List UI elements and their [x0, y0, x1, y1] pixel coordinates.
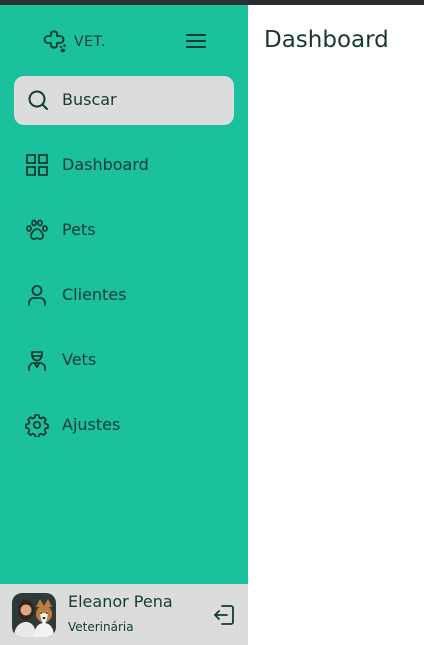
sidebar-item-clientes[interactable]: Clientes [14, 275, 234, 315]
search-button[interactable]: Buscar [14, 76, 234, 125]
logout-icon [214, 605, 234, 625]
sidebar-item-label: Clientes [62, 285, 127, 304]
paw-icon [25, 218, 49, 246]
gear-icon [25, 413, 49, 441]
brand-name: VET. [74, 34, 106, 50]
sidebar-item-label: Vets [62, 350, 97, 369]
search-icon [27, 89, 49, 115]
app: VET. Buscar Dashboard Pets Clientes Vets… [0, 5, 424, 645]
user-role: Veterinária [68, 620, 134, 634]
user-name: Eleanor Pena [68, 592, 173, 611]
sidebar-item-vets[interactable]: Vets [14, 340, 234, 380]
hamburger-icon [186, 34, 206, 48]
sidebar-item-ajustes[interactable]: Ajustes [14, 405, 234, 445]
sidebar: VET. Buscar Dashboard Pets Clientes Vets… [0, 5, 248, 645]
search-label: Buscar [62, 90, 117, 109]
sidebar-item-label: Pets [62, 220, 96, 239]
paw-logo-icon [43, 30, 66, 53]
vet-icon [25, 348, 49, 376]
sidebar-item-pets[interactable]: Pets [14, 210, 234, 250]
sidebar-item-label: Ajustes [62, 415, 121, 434]
menu-toggle-button[interactable] [182, 29, 210, 53]
sidebar-item-label: Dashboard [62, 155, 149, 174]
user-icon [25, 283, 49, 311]
brand-logo: VET. [40, 27, 106, 57]
user-profile: Eleanor Pena Veterinária [0, 584, 248, 645]
page-title: Dashboard [264, 27, 389, 53]
sidebar-item-dashboard[interactable]: Dashboard [14, 145, 234, 185]
main-content: Dashboard [248, 5, 424, 645]
grid-icon [25, 153, 49, 181]
logout-button[interactable] [212, 603, 236, 627]
avatar[interactable] [12, 593, 56, 637]
